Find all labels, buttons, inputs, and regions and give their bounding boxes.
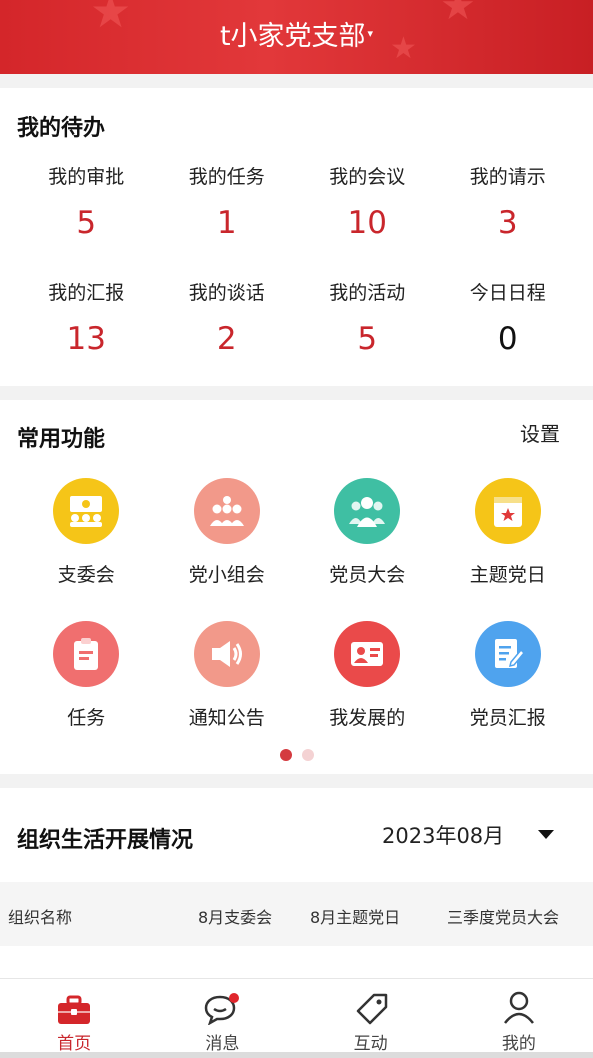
func-tasks[interactable]: 任务 [16, 621, 157, 764]
member-assembly-icon [334, 478, 401, 544]
table-row[interactable] [0, 964, 593, 978]
bottom-tab-bar: 首页 消息 互动 我的 [0, 978, 593, 1054]
todo-count: 1 [216, 205, 237, 241]
func-label: 党小组会 [188, 564, 265, 586]
column-header: 三季度党员大会 [447, 908, 560, 927]
todo-item-schedule[interactable]: 今日日程 0 [438, 278, 579, 394]
page-title: t小家党支部 [219, 21, 366, 52]
theme-day-icon [474, 478, 541, 544]
org-life-title: 组织生活开展情况 [17, 828, 194, 853]
system-bottom-strip [0, 1052, 593, 1058]
func-label: 主题党日 [469, 564, 546, 586]
tab-messages[interactable]: 消息 [148, 979, 296, 1054]
functions-card: 常用功能 设置 支委会 党小组会 党员大会 主题党日 任务 通知公告 我发展的 … [0, 400, 593, 774]
func-label: 通知公告 [188, 707, 265, 729]
todo-item-approval[interactable]: 我的审批 5 [16, 162, 157, 278]
todo-label: 我的任务 [188, 166, 265, 188]
todo-item-requests[interactable]: 我的请示 3 [438, 162, 579, 278]
func-committee-meeting[interactable]: 支委会 [16, 478, 157, 621]
page-indicator [0, 746, 593, 765]
todo-count: 5 [76, 205, 97, 241]
func-my-development[interactable]: 我发展的 [297, 621, 438, 764]
tab-label: 消息 [205, 1034, 240, 1054]
func-label: 支委会 [57, 564, 115, 586]
chevron-down-icon[interactable] [538, 830, 554, 839]
todo-title: 我的待办 [17, 116, 106, 141]
todo-label: 我的审批 [48, 166, 125, 188]
user-icon [445, 985, 593, 1025]
todo-item-reports[interactable]: 我的汇报 13 [16, 278, 157, 394]
func-label: 我发展的 [329, 707, 406, 729]
tab-profile[interactable]: 我的 [445, 979, 593, 1054]
todo-label: 我的会议 [329, 166, 406, 188]
todo-item-tasks[interactable]: 我的任务 1 [157, 162, 298, 278]
todo-item-talks[interactable]: 我的谈话 2 [157, 278, 298, 394]
page-dot[interactable] [301, 749, 314, 761]
functions-grid: 支委会 党小组会 党员大会 主题党日 任务 通知公告 我发展的 党员汇报 [16, 478, 578, 764]
func-theme-day[interactable]: 主题党日 [438, 478, 579, 621]
func-label: 党员汇报 [469, 707, 546, 729]
edit-document-icon [474, 621, 541, 687]
briefcase-icon [0, 985, 148, 1025]
func-label: 任务 [67, 707, 106, 729]
clipboard-icon [53, 621, 120, 687]
tab-home[interactable]: 首页 [0, 979, 148, 1054]
todo-count: 13 [66, 321, 106, 357]
tab-label: 首页 [57, 1034, 92, 1054]
todo-card: 我的待办 我的审批 5 我的任务 1 我的会议 10 我的请示 3 我的汇报 13 我的谈… [0, 88, 593, 386]
page-dot-active[interactable] [279, 749, 292, 761]
settings-link[interactable]: 设置 [520, 418, 560, 447]
func-label: 党员大会 [329, 564, 406, 586]
tab-interaction[interactable]: 互动 [297, 979, 445, 1054]
todo-count: 3 [497, 205, 518, 241]
org-life-card: 组织生活开展情况 2023年08月 组织名称 8月支委会 8月主题党日 三季度党… [0, 788, 593, 978]
todo-count: 0 [497, 321, 518, 357]
month-selector[interactable]: 2023年08月 [382, 820, 504, 850]
todo-item-activities[interactable]: 我的活动 5 [297, 278, 438, 394]
todo-label: 我的谈话 [188, 282, 265, 304]
todo-count: 10 [347, 205, 387, 241]
func-member-report[interactable]: 党员汇报 [438, 621, 579, 764]
column-header: 8月主题党日 [310, 908, 401, 927]
committee-meeting-icon [53, 478, 120, 544]
func-notices[interactable]: 通知公告 [157, 621, 298, 764]
todo-count: 5 [357, 321, 378, 357]
func-member-assembly[interactable]: 党员大会 [297, 478, 438, 621]
column-header: 组织名称 [8, 908, 73, 927]
functions-title: 常用功能 [17, 427, 106, 452]
column-header: 8月支委会 [198, 908, 273, 927]
todo-label: 我的请示 [469, 166, 546, 188]
func-group-meeting[interactable]: 党小组会 [157, 478, 298, 621]
todo-grid: 我的审批 5 我的任务 1 我的会议 10 我的请示 3 我的汇报 13 我的谈话 2 我的… [16, 162, 578, 394]
tab-label: 互动 [353, 1034, 388, 1054]
todo-label: 今日日程 [469, 282, 546, 304]
chat-bubble-icon [148, 985, 296, 1025]
todo-label: 我的汇报 [48, 282, 125, 304]
app-header: ★ ★ ★ t小家党支部 ▾ [0, 0, 593, 74]
dropdown-caret-icon: ▾ [367, 27, 374, 40]
table-header: 组织名称 8月支委会 8月主题党日 三季度党员大会 [0, 882, 593, 946]
todo-count: 2 [216, 321, 237, 357]
todo-item-meetings[interactable]: 我的会议 10 [297, 162, 438, 278]
tag-icon [297, 985, 445, 1025]
todo-label: 我的活动 [329, 282, 406, 304]
tab-label: 我的 [501, 1034, 536, 1054]
group-meeting-icon [193, 478, 260, 544]
speaker-icon [193, 621, 260, 687]
branch-selector[interactable]: t小家党支部 ▾ [0, 14, 593, 53]
id-card-icon [334, 621, 401, 687]
